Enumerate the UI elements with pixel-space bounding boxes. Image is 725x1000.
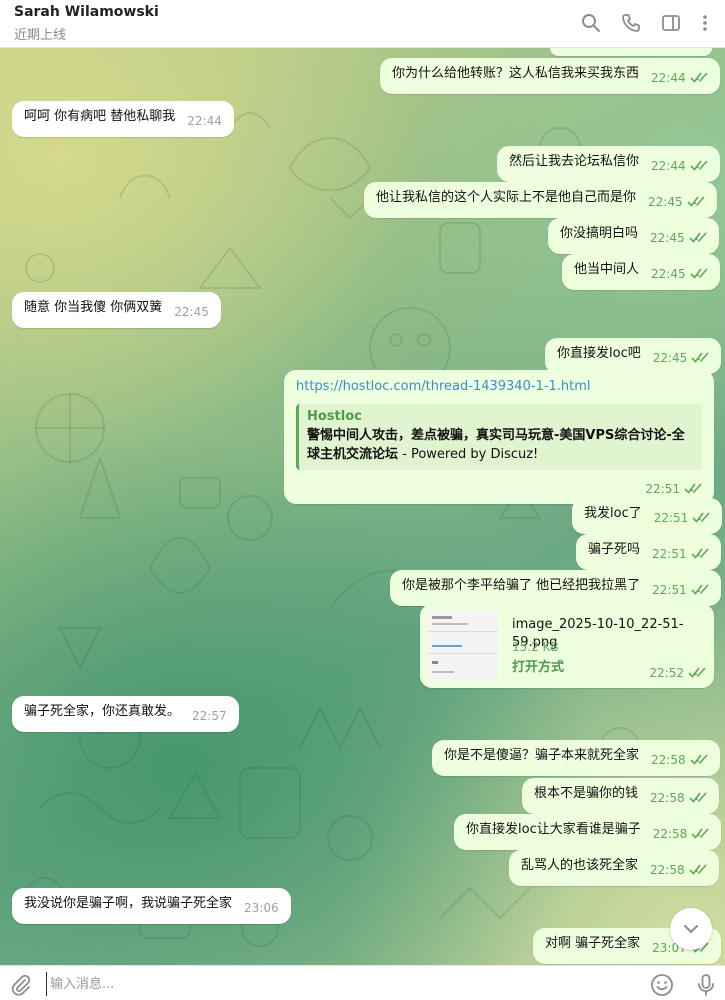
- message-outgoing[interactable]: 然后让我去论坛私信你 22:44: [497, 146, 720, 182]
- double-check-icon: [692, 512, 710, 523]
- paperclip-icon[interactable]: [10, 974, 32, 996]
- message-time: 22:45: [650, 231, 685, 245]
- message-text: 他让我私信的这个人实际上不是他自己而是你: [376, 190, 637, 205]
- file-size: 15.2 KB: [512, 640, 559, 654]
- chevron-down-icon: [684, 925, 698, 933]
- message-text: 我没说你是骗子啊，我说骗子死全家: [24, 896, 233, 911]
- double-check-icon: [691, 548, 709, 559]
- message-time: 22:45: [652, 351, 688, 365]
- image-thumbnail-icon: [428, 611, 498, 681]
- double-check-icon: [690, 754, 708, 765]
- message-text: 随意 你当我傻 你俩双簧: [24, 300, 163, 315]
- message-text: 骗子死吗: [588, 542, 641, 557]
- message-input[interactable]: [46, 972, 626, 996]
- message-time: 23:06: [244, 901, 279, 915]
- more-icon[interactable]: [694, 12, 716, 34]
- chat-header: Sarah Wilamowski 近期上线: [0, 0, 725, 48]
- message-time: 22:45: [648, 195, 683, 209]
- message-time: 22:51: [652, 583, 687, 597]
- double-check-icon: [690, 160, 708, 171]
- message-time: 22:51: [645, 482, 680, 496]
- contact-name[interactable]: Sarah Wilamowski: [14, 4, 159, 20]
- double-check-icon: [687, 196, 705, 207]
- message-time: 22:58: [652, 827, 688, 841]
- link-preview[interactable]: Hostloc 警惕中间人攻击，差点被骗，真实司马玩意-美国VPS综合讨论-全球…: [296, 404, 702, 470]
- message-time: 22:58: [650, 863, 685, 877]
- search-icon[interactable]: [580, 12, 602, 34]
- message-text: 你直接发loc让大家看谁是骗子: [466, 822, 641, 837]
- message-time: 22:51: [652, 547, 687, 561]
- message-text: 你是不是傻逼？骗子本来就死全家: [444, 748, 640, 763]
- double-check-icon: [688, 667, 706, 678]
- message-text: 然后让我去论坛私信你: [509, 154, 640, 169]
- message-text: 你是被那个李平给骗了 他已经把我拉黑了: [402, 578, 641, 593]
- double-check-icon: [689, 232, 707, 243]
- message-outgoing[interactable]: 你没搞明白吗 22:45: [548, 218, 719, 254]
- message-time: 22:44: [187, 114, 222, 128]
- double-check-icon: [689, 792, 707, 803]
- message-text: 骗子死全家，你还真敢发。: [24, 704, 181, 719]
- message-time: 22:44: [651, 71, 686, 85]
- message-time: 22:45: [651, 267, 686, 281]
- message-outgoing[interactable]: 我发loc了 22:51: [572, 498, 723, 534]
- message-text: 我发loc了: [584, 506, 642, 521]
- message-outgoing[interactable]: 乱骂人的也该死全家 22:58: [509, 850, 719, 886]
- file-thumbnail[interactable]: [428, 611, 498, 681]
- message-bubble-clipped[interactable]: [550, 48, 712, 56]
- message-text: 根本不是骗你的钱: [534, 786, 639, 801]
- message-outgoing[interactable]: 你为什么给他转账？这人私信我来买我东西 22:44: [380, 58, 720, 94]
- message-outgoing[interactable]: 你是被那个李平给骗了 他已经把我拉黑了 22:51: [390, 570, 721, 606]
- microphone-icon[interactable]: [694, 973, 718, 997]
- message-file[interactable]: image_2025-10-10_22-51-59.png 15.2 KB 打开…: [420, 604, 714, 688]
- double-check-icon: [691, 584, 709, 595]
- message-time: 22:44: [651, 159, 686, 173]
- link-preview-title: 警惕中间人攻击，差点被骗，真实司马玩意-美国VPS综合讨论-全球主机交流论坛 -…: [307, 426, 694, 464]
- message-text: 呵呵 你有病吧 替他私聊我: [24, 109, 176, 124]
- message-incoming[interactable]: 呵呵 你有病吧 替他私聊我 22:44: [12, 101, 234, 137]
- message-outgoing[interactable]: 你直接发loc让大家看谁是骗子 22:58: [454, 814, 722, 850]
- double-check-icon: [690, 268, 708, 279]
- message-url-link[interactable]: https://hostloc.com/thread-1439340-1-1.h…: [296, 378, 702, 396]
- message-text: 对啊 骗子死全家: [545, 936, 641, 951]
- double-check-icon: [684, 483, 702, 494]
- link-preview-site: Hostloc: [307, 409, 362, 424]
- link-preview-title-rest: - Powered by Discuz!: [398, 447, 539, 462]
- message-outgoing[interactable]: 你直接发loc吧 22:45: [545, 338, 722, 374]
- phone-icon[interactable]: [620, 12, 642, 34]
- file-open-button[interactable]: 打开方式: [512, 659, 564, 677]
- message-outgoing[interactable]: 根本不是骗你的钱 22:58: [522, 778, 719, 814]
- message-time: 22:58: [651, 753, 686, 767]
- message-outgoing[interactable]: 他当中间人 22:45: [562, 254, 720, 290]
- emoji-icon[interactable]: [650, 973, 674, 997]
- message-text: 你直接发loc吧: [557, 346, 641, 361]
- message-outgoing[interactable]: 你是不是傻逼？骗子本来就死全家 22:58: [432, 740, 720, 776]
- message-composer: [0, 965, 725, 1000]
- message-text: 乱骂人的也该死全家: [521, 858, 639, 873]
- double-check-icon: [689, 864, 707, 875]
- contact-status: 近期上线: [14, 28, 67, 43]
- message-text: 你为什么给他转账？这人私信我来买我东西: [392, 66, 640, 81]
- scroll-to-bottom-button[interactable]: [670, 908, 712, 950]
- message-incoming[interactable]: 我没说你是骗子啊，我说骗子死全家 23:06: [12, 888, 291, 924]
- message-time: 22:51: [653, 511, 689, 525]
- message-text: 你没搞明白吗: [560, 226, 639, 241]
- sidebar-icon[interactable]: [660, 12, 682, 34]
- chat-background[interactable]: 你为什么给他转账？这人私信我来买我东西 22:44 呵呵 你有病吧 替他私聊我 22…: [0, 48, 725, 965]
- double-check-icon: [691, 828, 709, 839]
- message-outgoing[interactable]: 他让我私信的这个人实际上不是他自己而是你 22:45: [364, 182, 717, 218]
- message-incoming[interactable]: 随意 你当我傻 你俩双簧 22:45: [12, 292, 221, 328]
- double-check-icon: [690, 72, 708, 83]
- message-link[interactable]: https://hostloc.com/thread-1439340-1-1.h…: [284, 370, 714, 504]
- message-time: 22:52: [649, 666, 684, 680]
- message-time: 22:45: [174, 305, 209, 319]
- message-time: 22:57: [192, 709, 227, 723]
- message-outgoing[interactable]: 骗子死吗 22:51: [576, 534, 721, 570]
- double-check-icon: [691, 352, 709, 363]
- message-incoming[interactable]: 骗子死全家，你还真敢发。 22:57: [12, 696, 239, 732]
- message-text: 他当中间人: [574, 262, 640, 277]
- message-time: 22:58: [650, 791, 685, 805]
